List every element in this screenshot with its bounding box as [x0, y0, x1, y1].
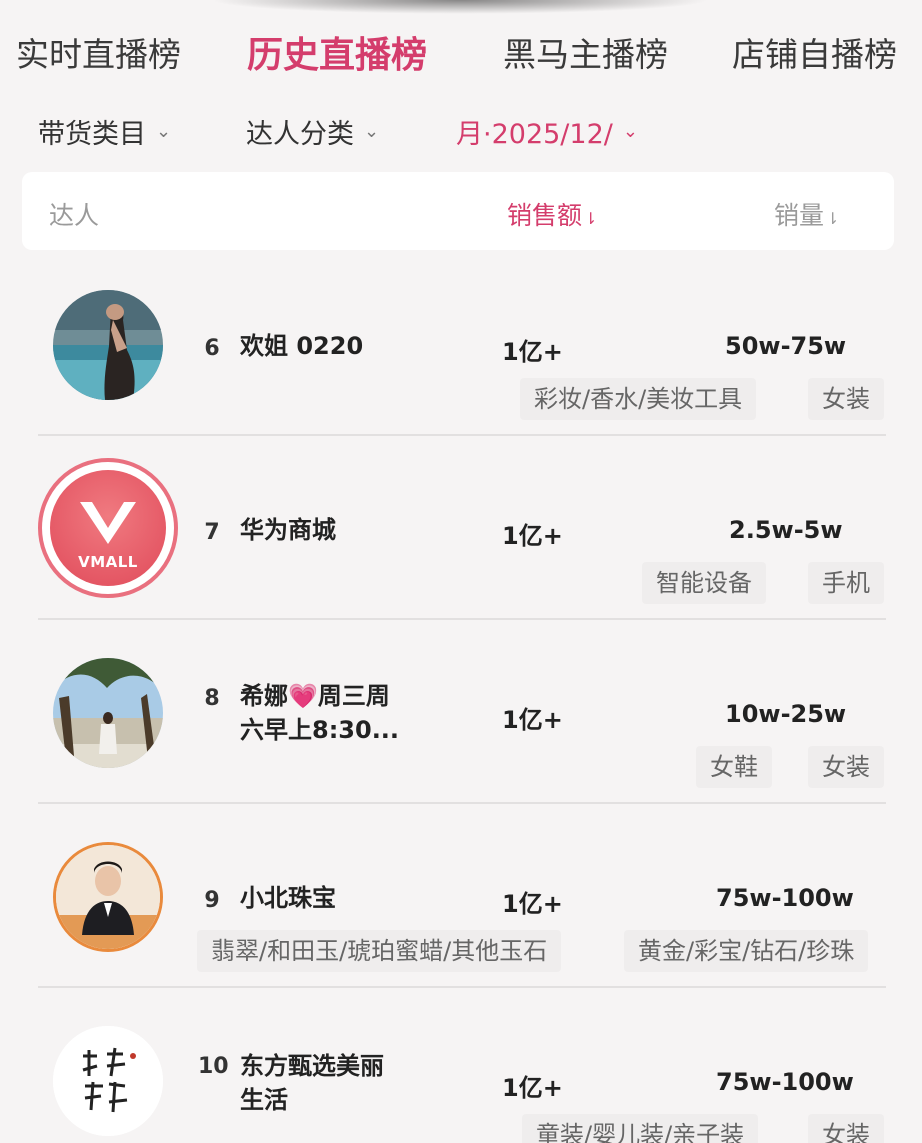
sales-value: 1亿+ — [502, 1074, 563, 1102]
category-tag: 翡翠/和田玉/琥珀蜜蜡/其他玉石 — [197, 930, 562, 972]
tab-store-self[interactable]: 店铺自播榜 — [732, 28, 897, 76]
rank-number: 10 — [198, 1054, 229, 1079]
tab-history[interactable]: 历史直播榜 — [247, 26, 427, 78]
table-row[interactable]: 9 小北珠宝 1亿+ 75w-100w 翡翠/和田玉/琥珀蜜蜡/其他玉石 黄金/… — [0, 824, 922, 1008]
category-filter[interactable]: 带货类目 ⌄ — [38, 112, 171, 151]
talent-name[interactable]: 小北珠宝 — [240, 882, 336, 915]
category-tag: 女装 — [808, 378, 884, 420]
category-tag: 女鞋 — [696, 746, 772, 788]
rank-number: 9 — [204, 888, 220, 913]
volume-value: 75w-100w — [716, 884, 854, 912]
sales-value: 1亿+ — [502, 522, 563, 550]
table-row[interactable]: 6 欢姐 0220 1亿+ 50w-75w 彩妆/香水/美妆工具 女装 — [0, 272, 922, 456]
rank-number: 7 — [204, 520, 220, 545]
category-tag: 童装/婴儿装/亲子装 — [522, 1114, 759, 1143]
avatar: VMALL — [38, 458, 178, 598]
chevron-down-icon: ⌄ — [364, 121, 380, 142]
ranking-tabs: 实时直播榜 历史直播榜 黑马主播榜 店铺自播榜 — [0, 28, 922, 88]
talent-name-line2[interactable]: 六早上8:30... — [240, 714, 399, 747]
filter-bar: 带货类目 ⌄ 达人分类 ⌄ 月·2025/12/ ⌄ — [0, 112, 922, 156]
sales-value: 1亿+ — [502, 706, 563, 734]
talent-name[interactable]: 华为商城 — [240, 514, 336, 547]
chevron-down-icon: ⌄ — [156, 121, 172, 142]
table-row[interactable]: 8 希娜💗周三周 六早上8:30... 1亿+ 10w-25w 女鞋 女装 — [0, 640, 922, 824]
table-row[interactable]: 10 东方甄选美丽 生活 1亿+ 75w-100w 童装/婴儿装/亲子装 女装 — [0, 1008, 922, 1143]
chevron-down-icon: ⌄ — [622, 121, 638, 142]
avatar — [53, 842, 163, 952]
category-tag: 黄金/彩宝/钻石/珍珠 — [624, 930, 869, 972]
tab-realtime[interactable]: 实时直播榜 — [16, 28, 181, 76]
category-tag: 手机 — [808, 562, 884, 604]
avatar — [53, 658, 163, 768]
volume-value: 2.5w-5w — [729, 516, 843, 544]
category-tag: 彩妆/香水/美妆工具 — [520, 378, 757, 420]
vmall-logo: VMALL — [50, 470, 166, 586]
talent-type-filter-label: 达人分类 — [246, 119, 354, 150]
period-filter[interactable]: 月·2025/12/ ⌄ — [456, 112, 638, 151]
top-shadow — [210, 0, 710, 14]
volume-value: 50w-75w — [725, 332, 847, 360]
header-sales-label: 销售额 — [507, 201, 583, 230]
category-tag: 女装 — [808, 1114, 884, 1143]
category-tag: 智能设备 — [642, 562, 766, 604]
category-tag: 女装 — [808, 746, 884, 788]
volume-value: 10w-25w — [725, 700, 847, 728]
avatar — [53, 290, 163, 400]
sales-value: 1亿+ — [502, 338, 563, 366]
sales-value: 1亿+ — [502, 890, 563, 918]
row-divider — [38, 986, 886, 988]
volume-value: 75w-100w — [716, 1068, 854, 1096]
header-volume-label: 销量 — [774, 201, 825, 230]
talent-name[interactable]: 希娜💗周三周 — [240, 680, 390, 713]
period-filter-label: 月·2025/12/ — [456, 119, 613, 150]
row-divider — [38, 802, 886, 804]
tab-dark-horse[interactable]: 黑马主播榜 — [503, 28, 668, 76]
talent-type-filter[interactable]: 达人分类 ⌄ — [246, 112, 379, 151]
rank-number: 8 — [204, 686, 220, 711]
avatar — [53, 1026, 163, 1136]
header-volume-sort[interactable]: 销量 ⇂ — [774, 196, 839, 232]
table-header: 达人 销售额 ⇂ 销量 ⇂ — [22, 172, 894, 250]
category-filter-label: 带货类目 — [38, 119, 146, 150]
rank-number: 6 — [204, 336, 220, 361]
sort-desc-icon: ⇂ — [584, 209, 598, 228]
header-talent: 达人 — [49, 201, 100, 230]
talent-name[interactable]: 东方甄选美丽 — [240, 1050, 384, 1083]
talent-name[interactable]: 欢姐 0220 — [240, 330, 363, 363]
row-divider — [38, 618, 886, 620]
vmall-logo-text: VMALL — [78, 553, 138, 571]
table-row[interactable]: VMALL 7 华为商城 1亿+ 2.5w-5w 智能设备 手机 — [0, 456, 922, 640]
header-sales-sort[interactable]: 销售额 ⇂ — [507, 196, 597, 232]
sort-desc-icon: ⇂ — [826, 209, 840, 228]
row-divider — [38, 434, 886, 436]
talent-name-line2[interactable]: 生活 — [240, 1084, 288, 1117]
